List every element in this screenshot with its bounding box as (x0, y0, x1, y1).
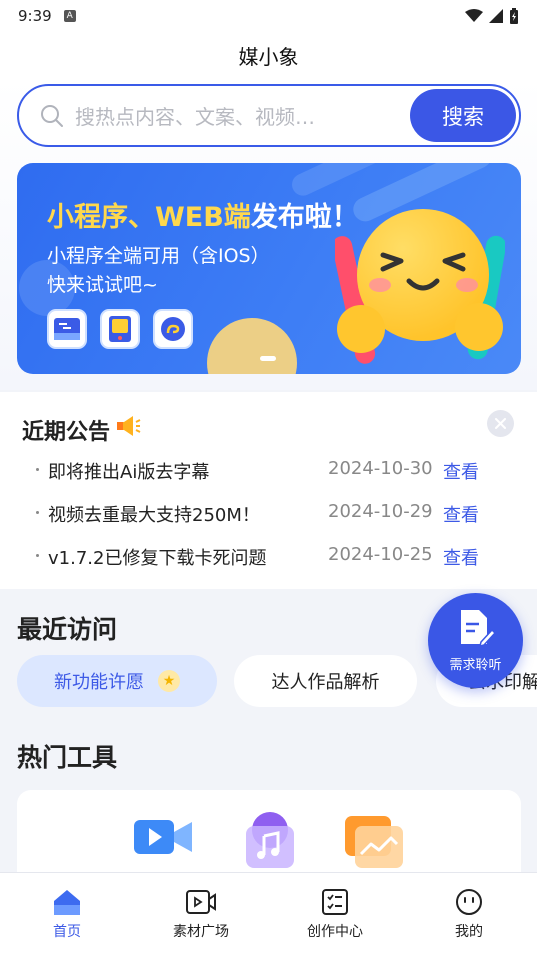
tab-profile[interactable]: 我的 (424, 887, 514, 941)
web-app-icon (47, 309, 87, 349)
bullet-icon (36, 554, 39, 557)
document-edit-icon (460, 610, 495, 648)
status-time: 9:39 (18, 7, 52, 25)
image-tool-icon[interactable] (343, 812, 405, 870)
tab-materials[interactable]: 素材广场 (156, 887, 246, 941)
page-title: 媒小象 (238, 44, 299, 69)
announcement-text: 视频去重最大支持250M！ (48, 505, 260, 526)
emoji-mascot-illustration (335, 209, 505, 364)
banner-cta-text: 快来试试吧~ (47, 274, 158, 296)
recent-chip-feature-wish[interactable]: 新功能许愿 ★ (17, 655, 217, 707)
fab-label: 需求聆听 (449, 658, 502, 673)
signal-icon (489, 9, 503, 23)
tab-label: 素材广场 (173, 924, 229, 940)
close-icon (495, 418, 506, 429)
recent-chip-creator-analysis[interactable]: 达人作品解析 (234, 655, 417, 707)
status-indicators (465, 8, 519, 24)
banner-title: 小程序、WEB端发布啦！ (47, 195, 359, 234)
star-icon: ★ (158, 670, 180, 692)
app-header: 媒小象 (0, 32, 537, 78)
announcement-date: 2024-10-30 (328, 458, 433, 479)
feedback-fab-button[interactable]: 需求聆听 (428, 593, 523, 688)
hot-tools-title: 热门工具 (17, 743, 118, 772)
link-app-icon (153, 309, 193, 349)
tab-label: 我的 (455, 924, 483, 940)
announcement-item[interactable]: 视频去重最大支持250M！ 2024-10-29 查看 (0, 493, 537, 536)
search-input[interactable]: 搜热点内容、文案、视频… (75, 101, 395, 130)
banner-subtitle: 小程序全端可用（含IOS） (47, 245, 270, 267)
tab-creation-center[interactable]: 创作中心 (290, 887, 380, 941)
view-link[interactable]: 查看 (443, 501, 479, 527)
video-camera-tool-icon[interactable] (132, 812, 196, 862)
announcement-close-button[interactable] (487, 410, 514, 437)
notification-icon: A (63, 10, 76, 22)
tab-label: 创作中心 (307, 924, 363, 940)
tab-home[interactable]: 首页 (22, 887, 112, 941)
megaphone-icon (117, 416, 141, 436)
carousel-indicator[interactable] (260, 356, 276, 361)
search-bar[interactable]: 搜热点内容、文案、视频… 搜索 (17, 84, 521, 147)
announcement-item[interactable]: 即将推出Ai版去字幕 2024-10-30 查看 (0, 450, 537, 493)
announcement-text: 即将推出Ai版去字幕 (48, 462, 210, 483)
home-icon (54, 890, 80, 915)
view-link[interactable]: 查看 (443, 544, 479, 570)
announcement-title: 近期公告 (22, 420, 111, 445)
wifi-icon (465, 9, 483, 22)
announcement-date: 2024-10-29 (328, 501, 433, 522)
tab-label: 首页 (53, 924, 81, 940)
recent-section-title: 最近访问 (17, 615, 118, 644)
bullet-icon (36, 511, 39, 514)
announcement-card: 近期公告 即将推出Ai版去字幕 2024-10-30 查看 视频去重最大支持25… (0, 392, 537, 589)
chip-label: 达人作品解析 (271, 672, 380, 693)
music-tool-icon[interactable] (242, 812, 298, 870)
bullet-icon (36, 468, 39, 471)
search-icon (41, 104, 63, 127)
banner-title-highlight: WEB端 (155, 202, 251, 233)
smile-icon (456, 889, 482, 915)
checklist-icon (322, 889, 348, 915)
promo-banner[interactable]: 小程序、WEB端发布啦！ 小程序全端可用（含IOS） 快来试试吧~ (17, 163, 521, 374)
view-link[interactable]: 查看 (443, 458, 479, 484)
search-button[interactable]: 搜索 (410, 89, 516, 142)
status-bar: 9:39 A (0, 0, 537, 32)
announcement-date: 2024-10-25 (328, 544, 433, 565)
banner-title-part1: 小程序、 (47, 202, 155, 233)
announcement-item[interactable]: v1.7.2已修复下载卡死问题 2024-10-25 查看 (0, 536, 537, 579)
chip-label: 新功能许愿 (54, 672, 144, 693)
announcement-text: v1.7.2已修复下载卡死问题 (48, 548, 267, 569)
battery-icon (510, 8, 518, 24)
mini-program-icon (100, 309, 140, 349)
video-icon (186, 890, 216, 914)
bottom-tab-bar: 首页 素材广场 创作中心 我的 (0, 872, 537, 954)
